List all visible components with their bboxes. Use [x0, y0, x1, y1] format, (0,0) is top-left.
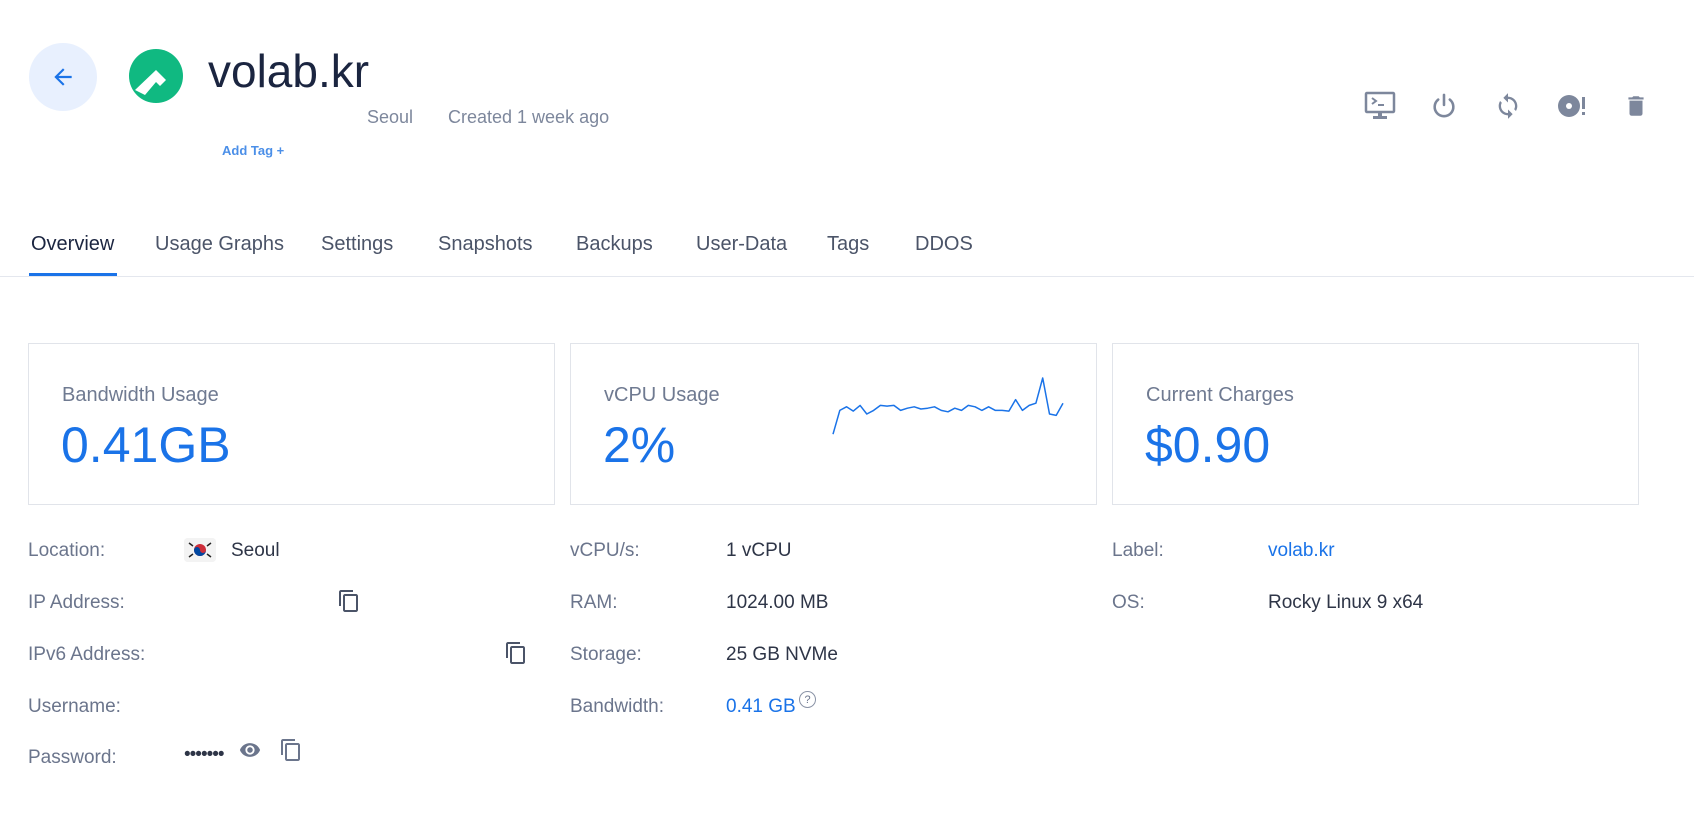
vcpu-label: vCPU/s: — [570, 540, 640, 561]
bandwidth-label: Bandwidth: — [570, 696, 665, 717]
south-korea-flag-icon — [184, 538, 216, 562]
tab-usage-graphs[interactable]: Usage Graphs — [155, 233, 284, 256]
copy-password-button[interactable] — [278, 736, 304, 764]
tab-backups[interactable]: Backups — [576, 233, 653, 256]
server-location: Seoul — [367, 107, 414, 127]
current-charges-value: $0.90 — [1145, 417, 1271, 473]
password-value: ••••••• — [184, 744, 225, 765]
power-button[interactable] — [1426, 88, 1462, 124]
reinstall-button[interactable] — [1554, 88, 1590, 124]
server-actions — [1354, 88, 1694, 128]
power-icon — [1433, 93, 1455, 118]
copy-icon — [506, 642, 525, 664]
vcpu-usage-label: vCPU Usage — [604, 384, 720, 406]
bandwidth-usage-card: Bandwidth Usage 0.41GB — [28, 343, 555, 505]
vcpu-sparkline — [832, 377, 1064, 435]
copy-ip-button[interactable] — [336, 587, 362, 615]
tab-overview[interactable]: Overview — [31, 233, 114, 256]
restart-icon — [1498, 93, 1518, 119]
server-created: Created 1 week ago — [448, 107, 610, 127]
ram-value: 1024.00 MB — [726, 592, 829, 613]
add-tag-link[interactable]: Add Tag + — [222, 143, 284, 158]
restart-button[interactable] — [1490, 88, 1526, 124]
server-header: volab.kr Seoul Created 1 week ago Add Ta… — [0, 0, 1694, 200]
console-button[interactable] — [1362, 88, 1398, 124]
bandwidth-usage-value: 0.41GB — [61, 417, 231, 473]
storage-label: Storage: — [570, 644, 642, 665]
rocky-linux-logo — [129, 49, 183, 103]
ipv6-address-label: IPv6 Address: — [28, 644, 146, 665]
tab-snapshots[interactable]: Snapshots — [438, 233, 533, 256]
server-title: volab.kr — [208, 45, 370, 97]
location-value: Seoul — [231, 540, 280, 561]
copy-icon — [281, 739, 300, 761]
trash-icon — [1628, 96, 1644, 116]
vcpu-usage-value: 2% — [603, 417, 676, 473]
reinstall-disc-icon — [1558, 95, 1585, 117]
tab-bar: Overview Usage Graphs Settings Snapshots… — [0, 222, 1694, 277]
copy-icon — [339, 590, 358, 612]
back-button[interactable] — [29, 43, 97, 111]
active-tab-indicator — [29, 273, 117, 276]
delete-button[interactable] — [1618, 88, 1654, 124]
ram-label: RAM: — [570, 592, 618, 613]
show-password-button[interactable] — [237, 736, 263, 764]
os-value: Rocky Linux 9 x64 — [1268, 592, 1424, 613]
arrow-left-icon — [54, 68, 72, 86]
storage-value: 25 GB NVMe — [726, 644, 838, 665]
tab-tags[interactable]: Tags — [827, 233, 869, 256]
os-label: OS: — [1112, 592, 1145, 613]
password-label: Password: — [28, 747, 117, 768]
tab-ddos[interactable]: DDOS — [915, 233, 973, 256]
eye-icon — [239, 743, 261, 757]
username-label: Username: — [28, 696, 121, 717]
server-label-label: Label: — [1112, 540, 1164, 561]
server-label-value-link[interactable]: volab.kr — [1268, 540, 1335, 562]
location-label: Location: — [28, 540, 106, 561]
copy-ipv6-button[interactable] — [503, 639, 529, 667]
console-icon — [1364, 91, 1396, 119]
tab-settings[interactable]: Settings — [321, 233, 393, 256]
vcpu-value: 1 vCPU — [726, 540, 792, 561]
tab-user-data[interactable]: User-Data — [696, 233, 787, 256]
current-charges-card: Current Charges $0.90 — [1112, 343, 1639, 505]
vcpu-usage-card: vCPU Usage 2% — [570, 343, 1097, 505]
current-charges-label: Current Charges — [1146, 384, 1294, 406]
ip-address-label: IP Address: — [28, 592, 125, 613]
bandwidth-value-link[interactable]: 0.41 GB — [726, 696, 796, 718]
bandwidth-usage-label: Bandwidth Usage — [62, 384, 219, 406]
help-icon[interactable]: ? — [799, 691, 816, 708]
